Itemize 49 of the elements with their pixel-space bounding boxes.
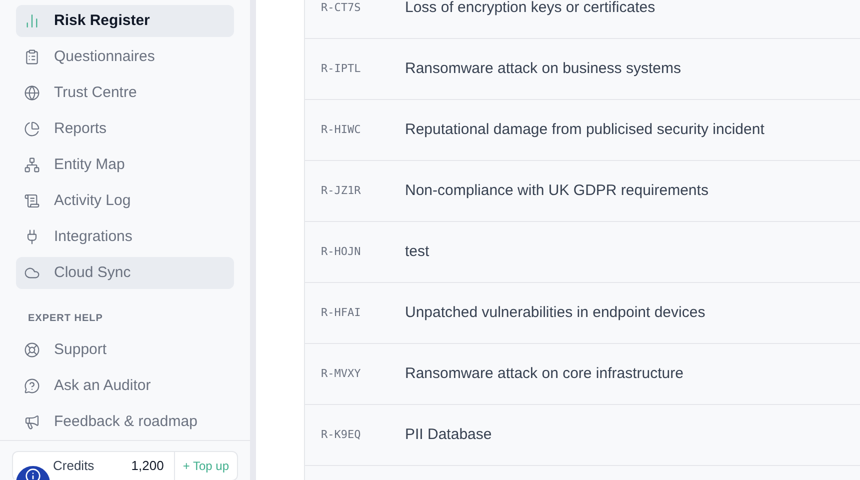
risk-title: Loss of encryption keys or certificates — [405, 0, 656, 18]
risk-id: R-CT7S — [320, 0, 362, 16]
risk-title: Ransomware attack on core infrastructure — [405, 364, 684, 384]
risk-title: Reputational damage from publicised security incident — [405, 120, 764, 140]
table-row[interactable]: R-IPTL Ransomware attack on business systems — [305, 39, 860, 100]
risk-title: PII Database — [405, 424, 492, 445]
sidebar-item[interactable]: Questionnaires — [16, 41, 234, 73]
risk-title: Unpatched vulnerabilities in endpoint devices — [405, 302, 706, 323]
question-bubble-icon — [24, 378, 40, 394]
sidebar-item[interactable]: Support — [16, 334, 234, 366]
table-row[interactable]: R-K9EQ PII Database — [305, 405, 860, 466]
section-heading: EXPERT HELP — [27, 312, 104, 326]
bar-chart-icon — [24, 13, 40, 29]
megaphone-icon — [24, 414, 40, 430]
lifebuoy-icon — [24, 342, 40, 358]
risk-id: R-JZ1R — [320, 182, 362, 199]
pie-chart-icon — [24, 121, 40, 137]
top-up-button[interactable]: + Top up — [174, 452, 237, 480]
table-row[interactable]: R-MVXY Ransomware attack on core infrastructure — [305, 344, 860, 405]
risk-id: R-HFAI — [320, 304, 362, 321]
risk-id: R-MVXY — [320, 366, 362, 382]
sidebar-item[interactable]: Risk Register — [16, 5, 234, 37]
risk-id: R-IPTL — [320, 60, 362, 77]
table-row[interactable]: R-HIWC Reputational damage from publicised security incident — [305, 100, 860, 161]
sidebar-item[interactable]: Integrations — [16, 221, 234, 253]
table-row[interactable]: R-CT7S Loss of encryption keys or certificates — [305, 0, 860, 39]
globe-icon — [24, 85, 40, 101]
sidebar-item[interactable]: Activity Log — [16, 185, 234, 217]
sidebar-item[interactable]: Feedback & roadmap — [16, 406, 234, 438]
cloud-icon — [24, 265, 40, 281]
table-row[interactable]: R-HOJN test — [305, 222, 860, 283]
risk-id: R-K9EQ — [320, 426, 362, 443]
credits-label: Credits — [53, 457, 94, 476]
table-row[interactable]: R-HFAI Unpatched vulnerabilities in endpoint devices — [305, 283, 860, 344]
scroll-icon — [24, 193, 40, 209]
sidebar-item[interactable]: Ask an Auditor — [16, 370, 234, 402]
credits-value: 1,200 — [131, 457, 164, 476]
sidebar-item[interactable]: Cloud Sync — [16, 257, 234, 289]
hierarchy-icon — [24, 157, 40, 173]
risk-title: Ransomware attack on business systems — [405, 58, 681, 79]
sidebar-item[interactable]: Entity Map — [16, 149, 234, 181]
risk-title: test — [405, 242, 430, 262]
sidebar-item[interactable]: Reports — [16, 113, 234, 145]
clipboard-icon — [24, 49, 40, 65]
sidebar-item[interactable]: Trust Centre — [16, 77, 234, 109]
risk-id: R-HOJN — [320, 244, 362, 260]
risk-title: Non-compliance with UK GDPR requirements — [405, 180, 708, 201]
risk-id: R-HIWC — [320, 122, 362, 138]
table-row[interactable]: R-JZ1R Non-compliance with UK GDPR requirements — [305, 161, 860, 222]
